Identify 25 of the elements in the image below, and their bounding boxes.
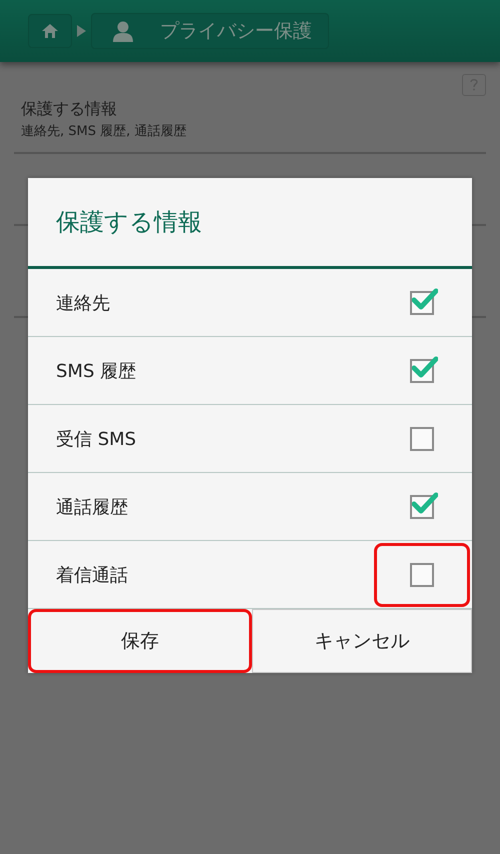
setting-title: 保護する情報 bbox=[21, 98, 118, 120]
checkbox[interactable] bbox=[410, 562, 434, 586]
setting-value: 連絡先, SMS 履歴, 通話履歴 bbox=[21, 123, 188, 141]
breadcrumb-arrow-icon bbox=[77, 25, 86, 37]
option-label: SMS 履歴 bbox=[56, 360, 136, 382]
question-icon bbox=[470, 79, 478, 91]
option-label: 着信通話 bbox=[56, 564, 128, 586]
option-label: 連絡先 bbox=[56, 292, 110, 314]
checkmark-icon bbox=[412, 492, 438, 514]
checkmark-icon bbox=[412, 356, 438, 378]
home-icon bbox=[41, 23, 59, 39]
option-row[interactable]: 受信 SMS bbox=[28, 405, 472, 473]
option-label: 通話履歴 bbox=[56, 496, 128, 518]
option-row[interactable]: 通話履歴 bbox=[28, 473, 472, 541]
dialog-button[interactable]: 保存 bbox=[28, 609, 252, 673]
option-label: 受信 SMS bbox=[56, 428, 136, 450]
checkbox[interactable] bbox=[410, 426, 434, 450]
option-row[interactable]: 連絡先 bbox=[28, 269, 472, 337]
dialog-button[interactable]: キャンセル bbox=[252, 609, 472, 673]
home-button[interactable] bbox=[28, 14, 72, 48]
option-row[interactable]: SMS 履歴 bbox=[28, 337, 472, 405]
dialog-title: 保護する情報 bbox=[28, 178, 472, 269]
checkmark-icon bbox=[412, 288, 438, 310]
person-icon bbox=[112, 20, 134, 42]
page-title: プライバシー保護 bbox=[160, 19, 312, 44]
